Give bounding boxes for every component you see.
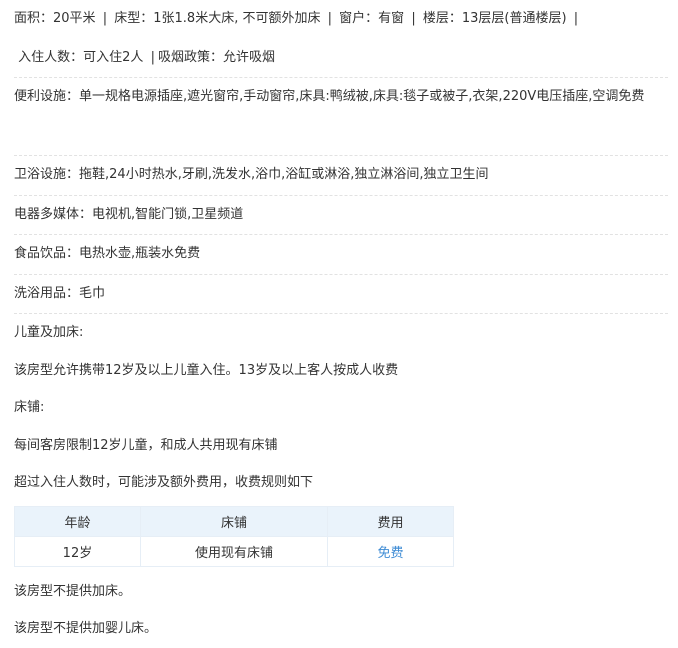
table-header-row: 年龄 床铺 费用 — [14, 505, 454, 537]
extra-fee-table: 年龄 床铺 费用 12岁 使用现有床铺 免费 — [14, 505, 454, 567]
table-row: 12岁 使用现有床铺 免费 — [14, 535, 454, 567]
children-policy-text: 该房型允许携带12岁及以上儿童入住。13岁及以上客人按成人收费 — [14, 362, 399, 378]
window-value: 有窗 — [378, 11, 405, 26]
facility-label: 便利设施： — [14, 89, 80, 104]
separator: | — [327, 11, 332, 26]
facility-value: 拖鞋,24小时热水,牙刷,洗发水,浴巾,浴缸或淋浴,独立淋浴间,独立卫生间 — [79, 167, 489, 182]
smoking-label: 吸烟政策： — [157, 49, 223, 65]
facility-label: 电器多媒体： — [14, 206, 93, 222]
area-value: 20平米 — [53, 11, 96, 26]
cell-age: 12岁 — [14, 535, 141, 567]
facility-value: 电热水壶,瓶装水免费 — [79, 246, 201, 261]
occupancy-value: 可入住2人 — [83, 49, 144, 65]
children-heading: 儿童及加床: — [14, 325, 84, 340]
facility-bathroom: 卫浴设施：拖鞋,24小时热水,牙刷,洗发水,浴巾,浴缸或淋浴,独立淋浴间,独立卫… — [14, 156, 668, 196]
no-extra-bed-text: 该房型不提供加床。 — [14, 583, 132, 599]
cell-fee: 免费 — [327, 535, 454, 567]
separator: | — [411, 11, 416, 26]
separator: | — [102, 11, 108, 26]
facility-label: 食品饮品： — [14, 246, 80, 261]
column-header-fee: 费用 — [327, 505, 454, 537]
facility-value: 单一规格电源插座,遮光窗帘,手动窗帘,床具:鸭绒被,床具:毯子或被子,衣架,22… — [79, 89, 645, 104]
facility-food-drink: 食品饮品：电热水壶,瓶装水免费 — [14, 235, 668, 275]
room-basic-info: 面积：20平米 | 床型：1张1.8米大床, 不可额外加床 | 窗户：有窗 | … — [14, 0, 668, 39]
bed-label: 床型： — [114, 11, 154, 26]
room-detail-panel: 面积：20平米 | 床型：1张1.8米大床, 不可额外加床 | 窗户：有窗 | … — [0, 0, 678, 648]
room-occupancy-info: 入住人数：可入住2人 | 吸烟政策：允许吸烟 — [14, 39, 668, 78]
occupancy-label: 入住人数： — [18, 49, 84, 65]
facility-electronics: 电器多媒体：电视机,智能门锁,卫星频道 — [14, 196, 668, 235]
area-label: 面积： — [14, 11, 54, 26]
column-header-age: 年龄 — [14, 505, 141, 537]
bedding-heading: 床铺: — [14, 400, 45, 415]
smoking-value: 允许吸烟 — [222, 49, 275, 65]
extra-fee-text: 超过入住人数时，可能涉及额外费用，收费规则如下 — [14, 475, 314, 490]
facility-label: 卫浴设施： — [14, 167, 80, 182]
separator: | — [150, 49, 155, 65]
facility-convenience: 便利设施：单一规格电源插座,遮光窗帘,手动窗帘,床具:鸭绒被,床具:毯子或被子,… — [14, 78, 668, 156]
cell-bedding: 使用现有床铺 — [139, 535, 329, 567]
facility-value: 毛巾 — [79, 285, 106, 301]
window-label: 窗户： — [339, 11, 379, 26]
separator: | — [573, 11, 579, 26]
column-header-bedding: 床铺 — [139, 505, 329, 537]
facility-value: 电视机,智能门锁,卫星频道 — [92, 206, 244, 222]
floor-value: 13层层(普通楼层) — [461, 11, 567, 26]
bed-value: 1张1.8米大床, 不可额外加床 — [153, 11, 321, 26]
floor-label: 楼层： — [422, 11, 462, 26]
facility-toiletries: 洗浴用品：毛巾 — [14, 275, 668, 314]
facility-label: 洗浴用品： — [14, 285, 80, 301]
bedding-policy-text: 每间客房限制12岁儿童，和成人共用现有床铺 — [14, 437, 278, 453]
